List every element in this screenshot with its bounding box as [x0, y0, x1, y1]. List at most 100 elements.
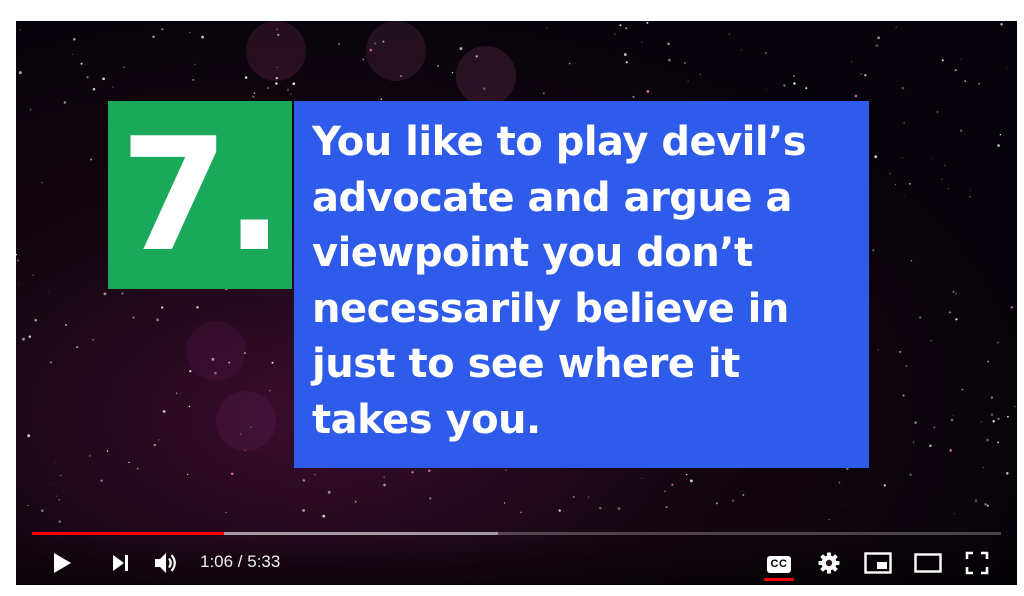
star	[54, 461, 56, 463]
play-button[interactable]	[46, 547, 78, 579]
progress-bar[interactable]	[32, 532, 1001, 535]
volume-button[interactable]	[150, 547, 184, 579]
star	[901, 156, 903, 158]
star	[646, 90, 650, 93]
star	[63, 101, 67, 104]
star	[844, 505, 846, 506]
star	[58, 520, 61, 523]
star	[960, 129, 963, 132]
next-button[interactable]	[104, 547, 136, 579]
star	[253, 92, 256, 94]
star	[947, 188, 949, 190]
star	[92, 338, 94, 341]
captions-active-indicator	[764, 578, 794, 581]
star	[292, 82, 296, 85]
star	[225, 511, 227, 513]
star	[828, 518, 830, 521]
star	[49, 483, 51, 485]
star	[997, 341, 999, 344]
star	[671, 483, 674, 486]
star	[783, 84, 786, 87]
star	[520, 511, 522, 514]
star	[201, 35, 205, 39]
star	[930, 339, 932, 342]
star	[128, 461, 130, 464]
star	[894, 183, 896, 185]
star	[964, 80, 967, 83]
star	[699, 73, 701, 76]
star	[32, 274, 34, 276]
star	[641, 41, 643, 43]
star	[933, 426, 936, 429]
settings-button[interactable]	[813, 547, 845, 579]
miniplayer-button[interactable]	[862, 547, 894, 579]
star	[362, 58, 365, 61]
star	[29, 108, 32, 111]
star	[275, 76, 278, 80]
star	[505, 469, 507, 471]
star	[373, 42, 377, 45]
star	[987, 360, 990, 363]
star	[623, 53, 627, 56]
star	[919, 316, 922, 319]
star	[58, 498, 61, 501]
star	[914, 421, 917, 424]
video-player[interactable]: 7. You like to play devil’s advocate and…	[16, 21, 1017, 585]
star	[955, 292, 957, 295]
star	[954, 69, 957, 72]
star	[188, 405, 191, 408]
star	[641, 477, 643, 479]
star	[970, 189, 972, 191]
star	[888, 172, 891, 175]
star	[153, 443, 157, 447]
star	[984, 503, 987, 506]
star	[60, 474, 62, 476]
star	[286, 88, 290, 92]
star	[136, 467, 139, 470]
star	[475, 55, 478, 58]
nebula-glow	[246, 21, 306, 81]
star	[271, 361, 274, 364]
star	[903, 194, 905, 196]
star	[944, 164, 946, 167]
star	[92, 87, 96, 91]
star	[950, 418, 954, 422]
star	[302, 479, 306, 482]
miniplayer-icon	[864, 552, 892, 574]
star	[664, 490, 666, 492]
star	[568, 62, 571, 65]
star	[56, 495, 58, 497]
star	[667, 42, 670, 46]
captions-icon: CC	[767, 555, 791, 573]
star	[941, 178, 943, 180]
star	[903, 122, 905, 124]
time-display: 1:06 / 5:33	[200, 552, 281, 571]
star	[689, 479, 693, 483]
star	[354, 500, 357, 503]
star	[912, 441, 915, 444]
star	[930, 157, 932, 159]
statement-line: necessarily believe in	[312, 285, 789, 332]
star	[952, 414, 954, 416]
item-number-box: 7.	[108, 101, 292, 289]
fullscreen-button[interactable]	[961, 547, 993, 579]
star	[860, 72, 863, 75]
star	[49, 361, 53, 364]
star	[252, 95, 255, 99]
star	[1006, 415, 1009, 418]
theater-mode-button[interactable]	[912, 547, 944, 579]
star	[192, 78, 195, 81]
theater-icon	[914, 553, 942, 573]
star	[175, 392, 178, 395]
star	[543, 92, 545, 94]
star	[132, 316, 135, 319]
star	[614, 33, 616, 35]
star	[196, 306, 199, 309]
star	[482, 87, 486, 91]
star	[838, 481, 841, 484]
star	[266, 86, 270, 90]
star	[883, 484, 886, 487]
captions-button[interactable]: CC	[764, 547, 794, 581]
star	[625, 27, 628, 30]
star	[1006, 472, 1009, 475]
